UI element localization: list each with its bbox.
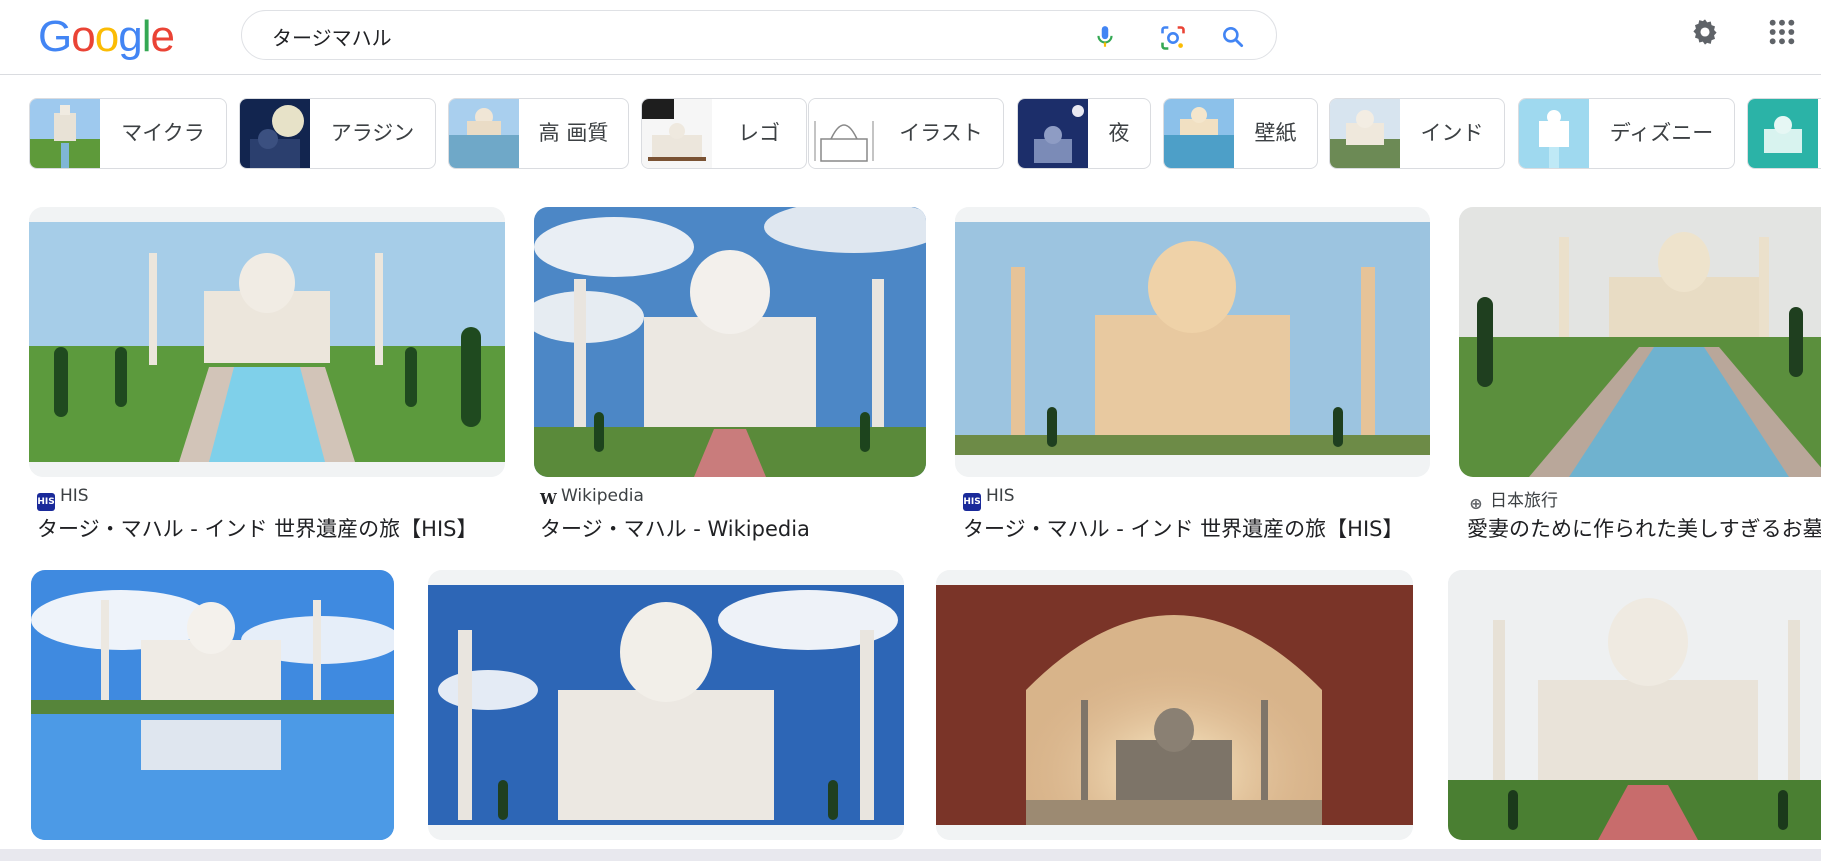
apps-grid-icon[interactable] [1766,16,1798,48]
globe-icon: ⊕ [1469,494,1483,513]
chip-label: イラスト [899,121,983,145]
chip-thumbnail [240,99,310,168]
chip-wallpaper[interactable]: 壁紙 [1163,98,1318,169]
search-box [241,10,1277,60]
result-title[interactable]: 愛妻のために作られた美しすぎるお墓 [1467,513,1821,542]
chip-label: 壁紙 [1254,121,1297,145]
chip-partial[interactable] [1747,98,1821,169]
result-image[interactable] [428,570,904,840]
logo-letter: e [150,12,175,61]
chip-thumbnail [1748,99,1818,168]
chip-lego[interactable]: レゴ [641,98,807,169]
camera-lens-icon[interactable] [1159,24,1185,50]
search-icon[interactable] [1220,24,1246,50]
result-image[interactable] [1459,207,1821,477]
chip-thumbnail [1018,99,1088,168]
logo-letter: G [38,12,72,61]
result-source[interactable]: HIS HIS [963,486,1015,511]
chip-label: レゴ [738,121,780,145]
source-name: HIS [986,486,1015,506]
image-result[interactable] [936,570,1413,840]
result-title[interactable]: タージ・マハル - インド 世界遺産の旅【HIS】 [963,513,1404,543]
chip-thumbnail [642,99,712,168]
chip-thumbnail [30,99,100,168]
chip-thumbnail [1519,99,1589,168]
microphone-icon[interactable] [1092,24,1118,50]
chip-label: アラジン [330,121,415,145]
chip-aladdin[interactable]: アラジン [239,98,436,169]
result-image[interactable] [29,207,505,477]
his-logo-icon: HIS [963,493,981,511]
image-result[interactable] [428,570,904,840]
result-title[interactable]: タージ・マハル - Wikipedia [540,513,810,543]
source-name: Wikipedia [561,486,644,506]
logo-letter: o [94,12,120,61]
his-logo-icon: HIS [37,493,55,511]
result-source[interactable]: HIS HIS [37,486,89,511]
image-result[interactable]: HIS HIS タージ・マハル - インド 世界遺産の旅【HIS】 [955,207,1430,542]
bottom-edge [0,849,1821,861]
image-result[interactable]: ⊕ 日本旅行 愛妻のために作られた美しすぎるお墓 [1459,207,1821,542]
result-image[interactable] [955,207,1430,477]
chip-label: ディズニー [1609,121,1714,145]
related-search-chips: マイクラ アラジン 高 画質 レゴ イラスト 夜 壁紙 インド ディズニー [29,98,1821,171]
source-name: HIS [60,486,89,506]
chip-thumbnail [809,99,879,168]
chip-minecraft[interactable]: マイクラ [29,98,227,169]
logo-letter: g [118,12,143,61]
result-image[interactable] [534,207,926,477]
chip-disney[interactable]: ディズニー [1518,98,1735,169]
result-image[interactable] [31,570,394,840]
result-image[interactable] [1448,570,1821,840]
chip-label: 高 画質 [538,121,609,145]
image-result[interactable]: HIS HIS タージ・マハル - インド 世界遺産の旅【HIS】 [29,207,505,542]
chip-label: インド [1420,121,1484,145]
top-bar: Google [0,0,1821,75]
result-image[interactable] [936,570,1413,840]
result-source[interactable]: W Wikipedia [540,486,644,508]
image-result[interactable] [31,570,394,840]
chip-high-quality[interactable]: 高 画質 [448,98,629,169]
search-input[interactable] [270,21,1054,51]
chip-thumbnail [449,99,519,168]
image-result[interactable]: W Wikipedia タージ・マハル - Wikipedia [534,207,926,542]
wikipedia-w-icon: W [540,490,557,508]
chip-illustration[interactable]: イラスト [808,98,1004,169]
logo-letter: o [71,12,96,61]
chip-label: マイクラ [121,121,205,145]
result-title[interactable]: タージ・マハル - インド 世界遺産の旅【HIS】 [37,513,478,543]
source-name: 日本旅行 [1490,491,1558,511]
chip-thumbnail [1330,99,1400,168]
chip-india[interactable]: インド [1329,98,1505,169]
result-source[interactable]: ⊕ 日本旅行 [1467,486,1558,513]
settings-gear-icon[interactable] [1689,16,1721,48]
chip-label: 夜 [1108,121,1130,145]
chip-thumbnail [1164,99,1234,168]
google-logo[interactable]: Google [38,12,175,62]
logo-letter: l [141,12,152,61]
image-result[interactable] [1448,570,1821,840]
chip-night[interactable]: 夜 [1017,98,1151,169]
